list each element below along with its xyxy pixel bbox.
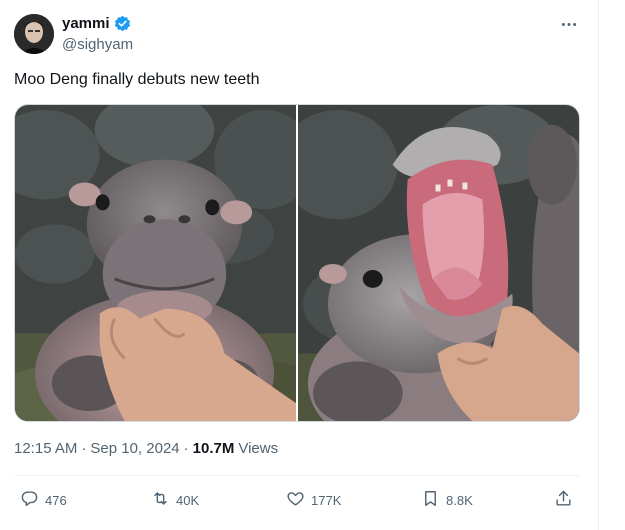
share-button[interactable] — [554, 486, 573, 514]
tweet-card: yammi @sighyam Moo Deng finally debuts n… — [0, 0, 598, 530]
tweet-meta: 12:15 AM · Sep 10, 2024 · 10.7M Views — [14, 440, 278, 457]
reply-count: 476 — [45, 492, 67, 508]
reply-button[interactable]: 476 — [20, 486, 67, 514]
share-icon — [554, 489, 573, 511]
bookmark-count: 8.8K — [446, 492, 473, 508]
author-name-row: yammi — [62, 15, 131, 32]
meta-separator: · — [81, 440, 87, 457]
retweet-icon — [151, 489, 170, 511]
tweet-date[interactable]: Sep 10, 2024 — [90, 440, 179, 457]
action-bar: 476 40K 177K 8.8K — [14, 486, 580, 514]
bookmark-icon — [421, 489, 440, 511]
avatar[interactable] — [14, 14, 54, 54]
display-name[interactable]: yammi — [62, 15, 110, 32]
divider — [14, 475, 580, 476]
views-label: Views — [238, 440, 279, 457]
tweet-time[interactable]: 12:15 AM — [14, 440, 77, 457]
retweet-count: 40K — [176, 492, 200, 508]
tweet-text: Moo Deng finally debuts new teeth — [14, 71, 260, 88]
bookmark-button[interactable]: 8.8K — [421, 486, 473, 514]
like-count: 177K — [311, 492, 342, 508]
retweet-button[interactable]: 40K — [151, 486, 199, 514]
media-image-2[interactable] — [298, 105, 579, 421]
media-grid — [14, 104, 580, 422]
meta-separator: · — [183, 440, 189, 457]
more-icon[interactable] — [558, 14, 580, 34]
verified-badge-icon — [114, 15, 131, 32]
right-gutter — [599, 0, 625, 530]
author-handle[interactable]: @sighyam — [62, 36, 133, 53]
like-button[interactable]: 177K — [286, 486, 341, 514]
media-image-1[interactable] — [15, 105, 296, 421]
reply-icon — [20, 489, 39, 511]
views-count[interactable]: 10.7M — [193, 440, 235, 457]
like-icon — [286, 489, 305, 511]
